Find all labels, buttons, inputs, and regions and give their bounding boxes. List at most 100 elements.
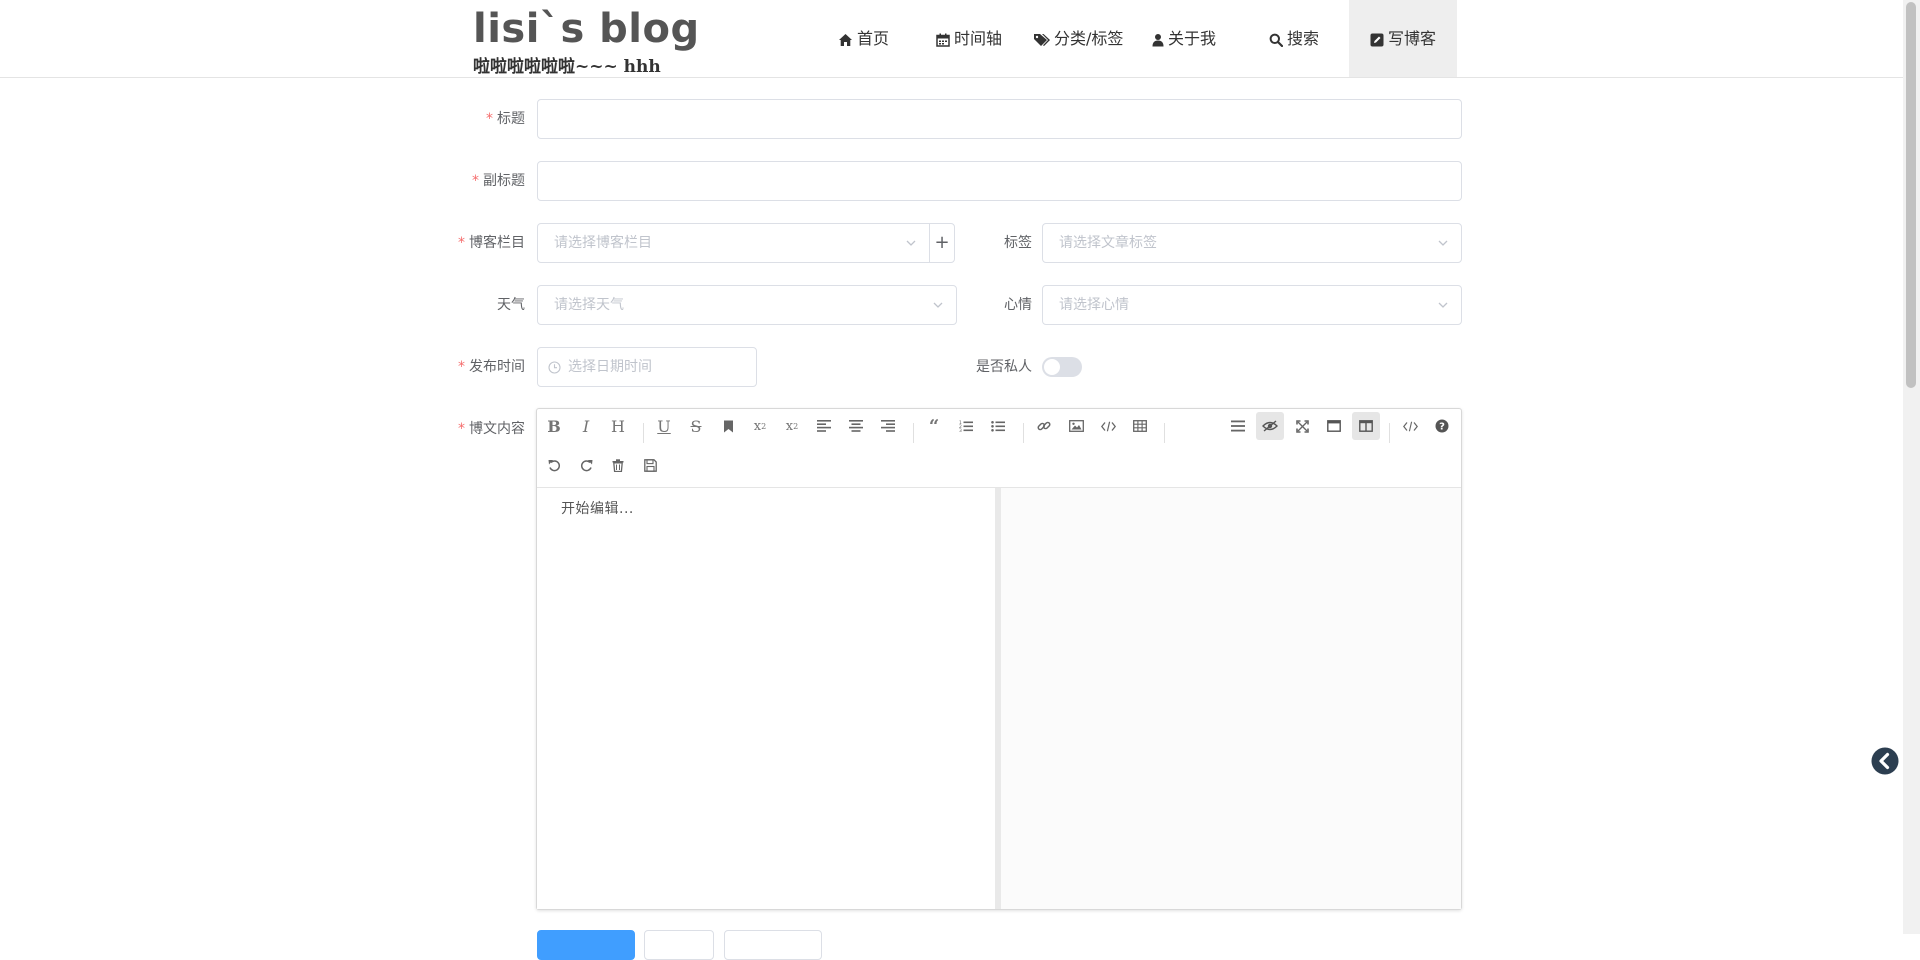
content-label: * 博文内容 — [441, 409, 525, 449]
html-code-icon[interactable] — [1396, 412, 1424, 440]
subfield-icon[interactable] — [1352, 412, 1380, 440]
required-mark: * — [472, 173, 479, 189]
toolbar-divider — [643, 423, 644, 443]
toolbar-divider — [1389, 423, 1390, 443]
nav-write-blog-label: 写博客 — [1387, 29, 1436, 48]
header-icon[interactable]: H — [604, 412, 632, 440]
tags-icon — [1033, 33, 1050, 47]
svg-text:?: ? — [1439, 422, 1445, 433]
publish-button[interactable] — [537, 930, 635, 960]
title-input[interactable] — [537, 99, 1462, 139]
edit-icon — [1370, 33, 1384, 47]
draft-button[interactable] — [724, 930, 822, 960]
bold-icon[interactable]: B — [540, 412, 568, 440]
italic-icon[interactable]: I — [572, 412, 600, 440]
mood-label: 心情 — [1004, 297, 1032, 313]
category-placeholder: 请选择博客栏目 — [554, 235, 652, 251]
nav-search[interactable]: 搜索 — [1269, 0, 1319, 77]
fullscreen-icon[interactable] — [1288, 412, 1316, 440]
blog-subtitle: 啦啦啦啦啦啦~~~ hhh — [473, 57, 661, 77]
nav-categories[interactable]: 分类/标签 — [1033, 0, 1123, 77]
redo-icon[interactable] — [572, 451, 600, 479]
content-label-text: 博文内容 — [469, 421, 525, 437]
align-left-icon[interactable] — [810, 412, 838, 440]
editor-toolbar: B I H U S x2 x2 “ 123 ? — [537, 409, 1461, 488]
mood-select[interactable]: 请选择心情 — [1042, 285, 1462, 325]
user-icon — [1152, 33, 1164, 47]
subtitle-input[interactable] — [537, 161, 1462, 201]
toggle-knob — [1044, 359, 1060, 375]
nav-write-blog[interactable]: 写博客 — [1349, 0, 1457, 77]
mood-placeholder: 请选择心情 — [1059, 297, 1129, 313]
home-icon — [838, 33, 853, 47]
help-icon[interactable]: ? — [1428, 412, 1456, 440]
nav-home-label: 首页 — [857, 29, 890, 48]
required-mark: * — [458, 421, 465, 437]
title-label-text: 标题 — [497, 111, 525, 127]
nav-search-label: 搜索 — [1287, 29, 1320, 48]
required-mark: * — [458, 235, 465, 251]
quote-icon[interactable]: “ — [920, 412, 948, 440]
category-label-text: 博客栏目 — [469, 235, 525, 251]
strikethrough-icon[interactable]: S — [682, 412, 710, 440]
nav-about[interactable]: 关于我 — [1152, 0, 1216, 77]
ordered-list-icon[interactable]: 123 — [952, 412, 980, 440]
unordered-list-icon[interactable] — [984, 412, 1012, 440]
blog-title[interactable]: lisi`s blog — [473, 4, 700, 54]
chevron-down-icon — [933, 302, 943, 308]
page-scrollbar[interactable] — [1903, 0, 1920, 934]
chevron-left-circle-icon[interactable] — [1871, 747, 1899, 775]
tag-placeholder: 请选择文章标签 — [1059, 235, 1157, 251]
weather-select[interactable]: 请选择天气 — [537, 285, 957, 325]
toolbar-divider — [1023, 423, 1024, 443]
table-icon[interactable] — [1126, 412, 1154, 440]
weather-label: 天气 — [497, 297, 525, 313]
undo-icon[interactable] — [540, 451, 568, 479]
subscript-icon[interactable]: x2 — [778, 412, 806, 440]
nav-timeline[interactable]: 时间轴 — [936, 0, 1002, 77]
editor-preview-pane — [1001, 488, 1461, 909]
markdown-editor: B I H U S x2 x2 “ 123 ? 开始编辑... — [536, 408, 1462, 910]
navigation-icon[interactable] — [1224, 412, 1252, 440]
save-icon[interactable] — [636, 451, 664, 479]
reset-button[interactable] — [644, 930, 714, 960]
clock-icon — [548, 361, 561, 374]
chevron-down-icon — [1438, 302, 1448, 308]
superscript-icon[interactable]: x2 — [746, 412, 774, 440]
nav-home[interactable]: 首页 — [838, 0, 889, 77]
required-mark: * — [458, 359, 465, 375]
bookmark-icon[interactable] — [714, 412, 742, 440]
trash-icon[interactable] — [604, 451, 632, 479]
category-select[interactable]: 请选择博客栏目 — [537, 223, 930, 263]
scrollbar-thumb[interactable] — [1906, 2, 1916, 388]
weather-placeholder: 请选择天气 — [554, 297, 624, 313]
calendar-icon — [936, 33, 950, 47]
required-mark: * — [486, 111, 493, 127]
read-mode-icon[interactable] — [1320, 412, 1348, 440]
tag-select[interactable]: 请选择文章标签 — [1042, 223, 1462, 263]
private-toggle[interactable] — [1042, 357, 1082, 377]
category-label: * 博客栏目 — [441, 223, 525, 263]
toolbar-divider — [913, 423, 914, 443]
publish-time-picker[interactable]: 选择日期时间 — [537, 347, 757, 387]
preview-icon[interactable] — [1256, 412, 1284, 440]
editor-input-pane[interactable]: 开始编辑... — [537, 488, 995, 909]
chevron-down-icon — [906, 240, 916, 246]
editor-placeholder: 开始编辑... — [561, 501, 634, 517]
align-center-icon[interactable] — [842, 412, 870, 440]
private-label: 是否私人 — [976, 359, 1032, 375]
add-category-button[interactable]: + — [929, 223, 955, 263]
site-header: lisi`s blog 啦啦啦啦啦啦~~~ hhh 首页 时间轴 分类/标签 关… — [0, 0, 1920, 78]
subtitle-label: * 副标题 — [451, 161, 525, 201]
link-icon[interactable] — [1030, 412, 1058, 440]
code-icon[interactable] — [1094, 412, 1122, 440]
toolbar-divider — [1164, 423, 1165, 443]
publish-time-label-text: 发布时间 — [469, 359, 525, 375]
underline-icon[interactable]: U — [650, 412, 678, 440]
nav-timeline-label: 时间轴 — [954, 29, 1003, 48]
image-icon[interactable] — [1062, 412, 1090, 440]
title-label: * 标题 — [461, 99, 525, 139]
publish-time-placeholder: 选择日期时间 — [568, 359, 652, 375]
chevron-down-icon — [1438, 240, 1448, 246]
align-right-icon[interactable] — [874, 412, 902, 440]
